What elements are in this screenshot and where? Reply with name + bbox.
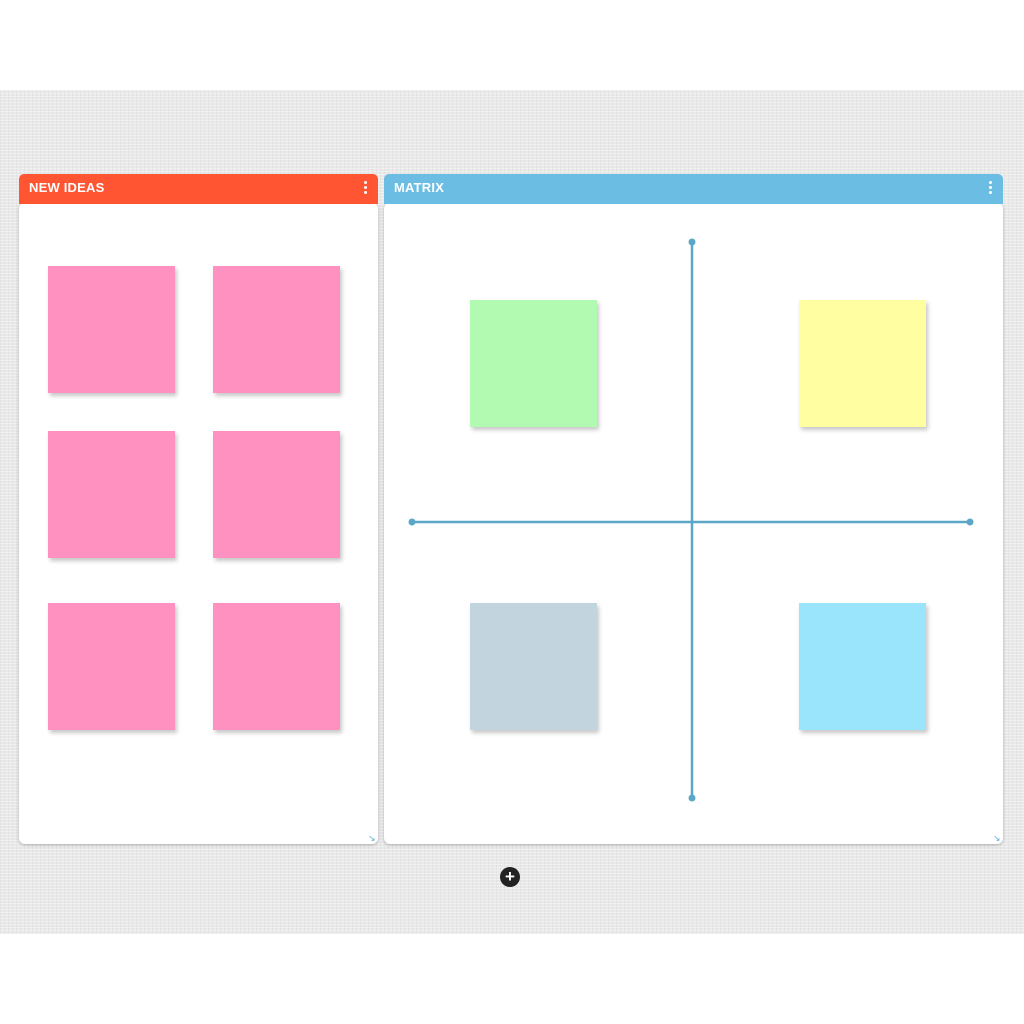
- panel-header[interactable]: MATRIX: [384, 174, 1003, 204]
- resize-corner-icon[interactable]: ↘: [993, 834, 1001, 843]
- resize-corner-icon[interactable]: ↘: [368, 834, 376, 843]
- axis-endpoint-right: [966, 518, 974, 526]
- axis-endpoint-left: [408, 518, 416, 526]
- panel-title: NEW IDEAS: [29, 180, 105, 195]
- panel-new-ideas-body[interactable]: ↘: [19, 203, 378, 844]
- axis-endpoint-bottom: [688, 794, 696, 802]
- axis-endpoint-top: [688, 238, 696, 246]
- panel-header[interactable]: NEW IDEAS: [19, 174, 378, 204]
- sticky-note[interactable]: [48, 431, 175, 558]
- vertical-ellipsis-icon[interactable]: [362, 181, 368, 197]
- panel-matrix[interactable]: ↘ MATRIX: [384, 174, 1003, 844]
- sticky-note[interactable]: [213, 266, 340, 393]
- panel-new-ideas[interactable]: ↘ NEW IDEAS: [19, 174, 378, 844]
- sticky-note[interactable]: [470, 300, 597, 427]
- panel-matrix-body[interactable]: ↘: [384, 203, 1003, 844]
- sticky-note[interactable]: [799, 603, 926, 730]
- vertical-ellipsis-icon[interactable]: [987, 181, 993, 197]
- plus-icon: +: [505, 867, 515, 886]
- sticky-note[interactable]: [48, 603, 175, 730]
- sticky-note[interactable]: [213, 431, 340, 558]
- sticky-note[interactable]: [470, 603, 597, 730]
- sticky-note[interactable]: [799, 300, 926, 427]
- panel-title: MATRIX: [394, 180, 445, 195]
- sticky-note[interactable]: [48, 266, 175, 393]
- sticky-note[interactable]: [213, 603, 340, 730]
- add-panel-button[interactable]: +: [500, 867, 520, 887]
